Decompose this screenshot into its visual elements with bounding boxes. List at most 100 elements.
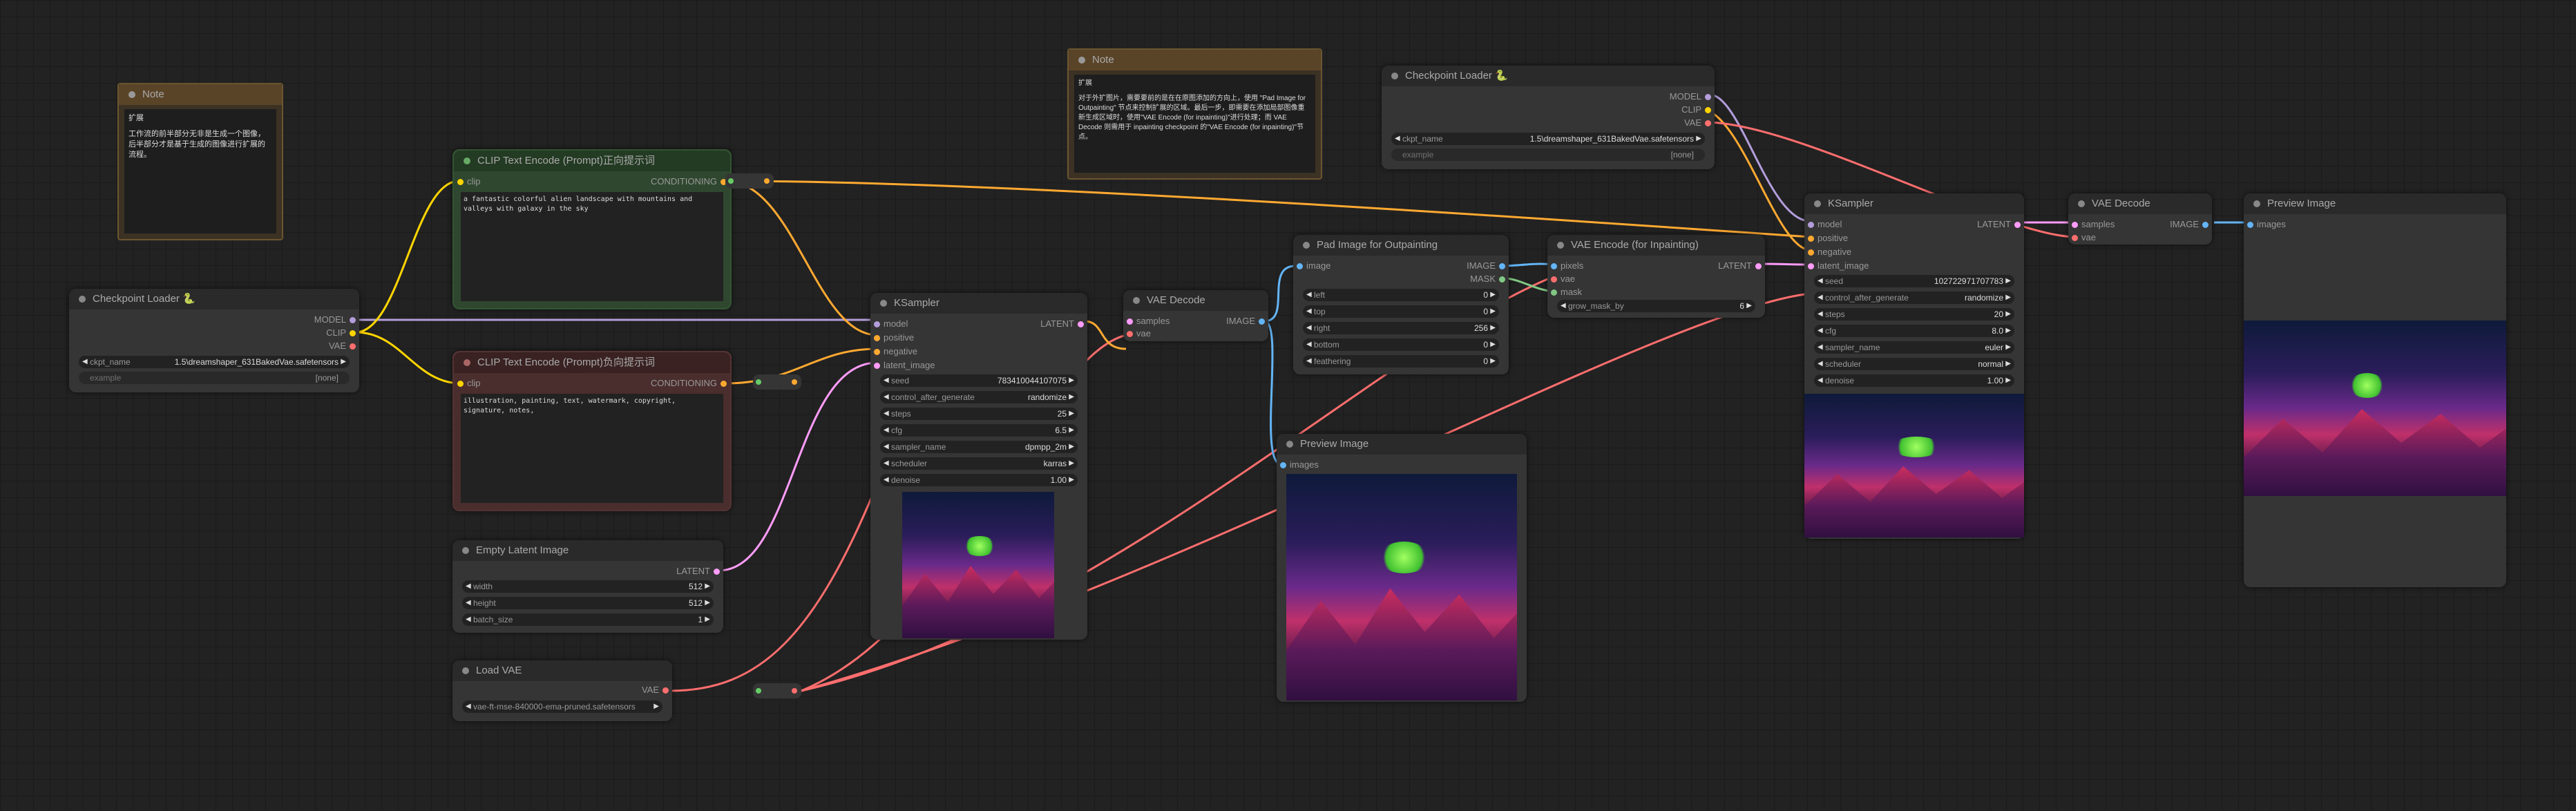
feathering-widget[interactable]: ◀ feathering 0 ▶ bbox=[1303, 355, 1499, 368]
samples-input[interactable]: samples bbox=[1123, 315, 1170, 327]
images-input[interactable]: images bbox=[1277, 459, 1319, 471]
model-input[interactable]: model bbox=[1804, 218, 1842, 231]
ckpt-name-combo[interactable]: ◀ ckpt_name 1.5\dreamshaper_631BakedVae.sa… bbox=[1391, 133, 1705, 145]
node-title: KSampler bbox=[894, 297, 939, 309]
preview-image-node[interactable]: Preview Image images bbox=[1277, 434, 1527, 702]
checkpoint-loader-node-2[interactable]: Checkpoint Loader 🐍 MODEL CLIP VAE ◀ ckpt… bbox=[1382, 66, 1715, 169]
mask-output[interactable]: MASK bbox=[1470, 273, 1509, 285]
example-widget[interactable]: example [none] bbox=[1391, 149, 1705, 161]
node-title: VAE Encode (for Inpainting) bbox=[1571, 239, 1699, 251]
node-title: Note bbox=[1092, 54, 1114, 66]
control-after-generate-widget[interactable]: ◀ control_after_generate randomize ▶ bbox=[1814, 292, 2014, 304]
clip-text-encode-positive-node[interactable]: CLIP Text Encode (Prompt)正向提示词 clip COND… bbox=[452, 149, 732, 309]
sampler-name-widget[interactable]: ◀ sampler_name dpmpp_2m ▶ bbox=[880, 441, 1078, 453]
reroute-node[interactable] bbox=[725, 173, 774, 189]
latent-image-input[interactable]: latent_image bbox=[870, 359, 935, 372]
note-text: 对于外扩图片，需要要前的是在在原图添加的方向上，使用 "Pad Image fo… bbox=[1078, 95, 1306, 141]
latent-image-input[interactable]: latent_image bbox=[1804, 260, 1869, 272]
sampler-name-widget[interactable]: ◀ sampler_name euler ▶ bbox=[1814, 341, 2014, 354]
vae-output[interactable]: VAE bbox=[329, 340, 359, 352]
vae-output[interactable]: VAE bbox=[642, 684, 672, 696]
preview-image-node-2[interactable]: Preview Image images bbox=[2244, 193, 2506, 587]
pad-image-for-outpainting-node[interactable]: Pad Image for Outpainting image IMAGE MA… bbox=[1293, 235, 1509, 374]
right-widget[interactable]: ◀ right 256 ▶ bbox=[1303, 322, 1499, 334]
negative-input[interactable]: negative bbox=[870, 345, 917, 358]
cfg-widget[interactable]: ◀ cfg 8.0 ▶ bbox=[1814, 325, 2014, 337]
note-heading: 扩展 bbox=[1078, 79, 1092, 87]
cfg-widget[interactable]: ◀ cfg 6.5 ▶ bbox=[880, 424, 1078, 437]
width-widget[interactable]: ◀ width 512 ▶ bbox=[462, 580, 714, 593]
node-title: Checkpoint Loader 🐍 bbox=[93, 293, 195, 305]
empty-latent-image-node[interactable]: Empty Latent Image LATENT ◀ width 512 ▶ ◀ he… bbox=[452, 540, 723, 633]
vae-input[interactable]: vae bbox=[1123, 327, 1151, 340]
seed-widget[interactable]: ◀ seed 102722971707783 ▶ bbox=[1814, 275, 2014, 287]
preview-image bbox=[2244, 321, 2506, 496]
clip-input[interactable]: clip bbox=[454, 175, 481, 188]
image-input[interactable]: image bbox=[1293, 260, 1330, 272]
vae-encode-for-inpainting-node[interactable]: VAE Encode (for Inpainting) pixels vae m… bbox=[1547, 235, 1765, 318]
samples-input[interactable]: samples bbox=[2068, 218, 2115, 231]
latent-output[interactable]: LATENT bbox=[676, 565, 723, 578]
prompt-textarea[interactable]: illustration, painting, text, watermark,… bbox=[461, 394, 723, 503]
vae-input[interactable]: vae bbox=[2068, 231, 2096, 244]
conditioning-output[interactable]: CONDITIONING bbox=[651, 175, 730, 188]
steps-widget[interactable]: ◀ steps 25 ▶ bbox=[880, 408, 1078, 420]
preview-thumbnail bbox=[902, 492, 1054, 638]
note-text: 工作流的前半部分无非是生成一个图像，后半部分才是基于生成的图像进行扩展的流程。 bbox=[128, 130, 265, 159]
note-node[interactable]: Note 扩展 工作流的前半部分无非是生成一个图像，后半部分才是基于生成的图像进… bbox=[117, 83, 283, 240]
positive-input[interactable]: positive bbox=[1804, 232, 1848, 245]
model-output[interactable]: MODEL bbox=[1670, 90, 1715, 103]
left-widget[interactable]: ◀ left 0 ▶ bbox=[1303, 289, 1499, 301]
height-widget[interactable]: ◀ height 512 ▶ bbox=[462, 597, 714, 609]
clip-output[interactable]: CLIP bbox=[326, 327, 359, 339]
grow-mask-by-widget[interactable]: ◀ grow_mask_by 6 ▶ bbox=[1557, 300, 1755, 312]
image-output[interactable]: IMAGE bbox=[1467, 260, 1509, 272]
clip-input[interactable]: clip bbox=[454, 377, 481, 390]
node-title: CLIP Text Encode (Prompt)负向提示词 bbox=[477, 356, 656, 368]
image-output[interactable]: IMAGE bbox=[1226, 315, 1268, 327]
load-vae-node[interactable]: Load VAE VAE ◀ vae-ft-mse-840000-ema-prun… bbox=[452, 660, 672, 721]
vae-name-combo[interactable]: ◀ vae-ft-mse-840000-ema-pruned.safetensor… bbox=[462, 700, 662, 713]
steps-widget[interactable]: ◀ steps 20 ▶ bbox=[1814, 308, 2014, 321]
node-title: Preview Image bbox=[1300, 438, 1369, 450]
conditioning-output[interactable]: CONDITIONING bbox=[651, 377, 730, 390]
prompt-textarea[interactable]: a fantastic colorful alien landscape wit… bbox=[461, 192, 723, 301]
pixels-input[interactable]: pixels bbox=[1547, 260, 1583, 272]
control-after-generate-widget[interactable]: ◀ control_after_generate randomize ▶ bbox=[880, 391, 1078, 403]
negative-input[interactable]: negative bbox=[1804, 246, 1851, 258]
images-input[interactable]: images bbox=[2244, 218, 2286, 231]
bottom-widget[interactable]: ◀ bottom 0 ▶ bbox=[1303, 338, 1499, 351]
latent-output[interactable]: LATENT bbox=[1977, 218, 2024, 231]
ksampler-node[interactable]: KSampler model positive negative latent_… bbox=[870, 293, 1087, 640]
ckpt-name-combo[interactable]: ◀ ckpt_name 1.5\dreamshaper_631BakedVae.sa… bbox=[79, 356, 350, 368]
image-output[interactable]: IMAGE bbox=[2170, 218, 2212, 231]
top-widget[interactable]: ◀ top 0 ▶ bbox=[1303, 305, 1499, 318]
scheduler-widget[interactable]: ◀ scheduler karras ▶ bbox=[880, 457, 1078, 470]
checkpoint-loader-node[interactable]: Checkpoint Loader 🐍 MODEL CLIP VAE ◀ ckpt… bbox=[69, 289, 359, 392]
scheduler-widget[interactable]: ◀ scheduler normal ▶ bbox=[1814, 358, 2014, 370]
preview-thumbnail bbox=[1804, 394, 2024, 537]
vae-output[interactable]: VAE bbox=[1684, 117, 1715, 129]
node-title: Pad Image for Outpainting bbox=[1317, 239, 1438, 251]
latent-output[interactable]: LATENT bbox=[1718, 260, 1765, 272]
node-title: CLIP Text Encode (Prompt)正向提示词 bbox=[477, 155, 656, 166]
denoise-widget[interactable]: ◀ denoise 1.00 ▶ bbox=[880, 474, 1078, 486]
latent-output[interactable]: LATENT bbox=[1040, 318, 1087, 330]
reroute-node[interactable] bbox=[753, 374, 801, 390]
positive-input[interactable]: positive bbox=[870, 332, 914, 344]
denoise-widget[interactable]: ◀ denoise 1.00 ▶ bbox=[1814, 374, 2014, 387]
seed-widget[interactable]: ◀ seed 783410044107075 ▶ bbox=[880, 374, 1078, 387]
vae-decode-node-2[interactable]: VAE Decode samples vae IMAGE bbox=[2068, 193, 2212, 245]
model-output[interactable]: MODEL bbox=[314, 314, 359, 326]
model-input[interactable]: model bbox=[870, 318, 908, 330]
ksampler-node-2[interactable]: KSampler model positive negative latent_… bbox=[1804, 193, 2024, 539]
note-node-2[interactable]: Note 扩展 对于外扩图片，需要要前的是在在原图添加的方向上，使用 "Pad … bbox=[1067, 48, 1322, 180]
example-widget[interactable]: example [none] bbox=[79, 372, 350, 384]
clip-text-encode-negative-node[interactable]: CLIP Text Encode (Prompt)负向提示词 clip COND… bbox=[452, 351, 732, 511]
reroute-node[interactable] bbox=[753, 683, 801, 698]
clip-output[interactable]: CLIP bbox=[1681, 104, 1715, 116]
vae-input[interactable]: vae bbox=[1547, 273, 1575, 285]
vae-decode-node[interactable]: VAE Decode samples vae IMAGE bbox=[1123, 290, 1268, 341]
mask-input[interactable]: mask bbox=[1547, 286, 1582, 298]
batch-size-widget[interactable]: ◀ batch_size 1 ▶ bbox=[462, 613, 714, 626]
